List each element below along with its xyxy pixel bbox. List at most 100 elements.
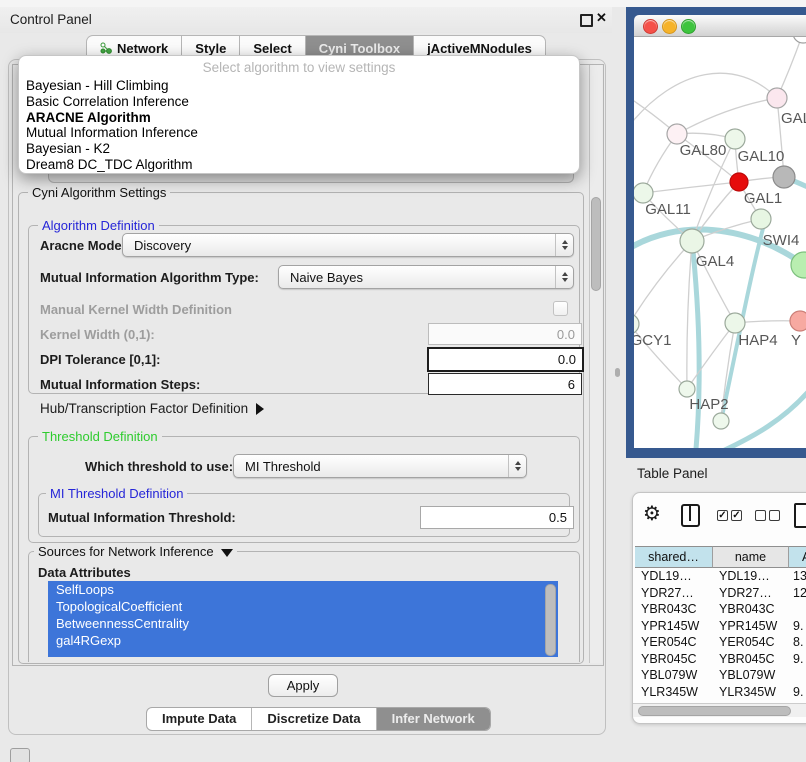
close-icon[interactable]: ✕ [596,10,607,26]
control-panel-titlebar: Control Panel ✕ [0,7,612,33]
table-cell: YDR27… [719,585,772,602]
splitter-handle[interactable] [615,368,620,377]
table-row[interactable]: YLR345WYLR345W9. [633,684,806,701]
node-gal80-label: GAL80 [680,142,727,159]
node-gal10[interactable] [725,129,745,149]
algorithm-popup-item[interactable]: Bayesian - K2 [19,141,579,157]
attributes-scrollbar-thumb[interactable] [545,584,556,656]
sources-group-toggle[interactable]: Sources for Network Inference [34,544,237,559]
table-row[interactable]: YBL079WYBL079W [633,667,806,684]
node-gcy1-label: GCY1 [634,332,671,349]
apply-button[interactable]: Apply [268,674,338,697]
gear-icon[interactable]: ⚙ [643,503,661,523]
tab-network-label: Network [117,41,168,56]
network-desktop: GALGAL80GAL10GAL1GAL11SWI4GAL4GCY1HAP4YH… [626,7,806,458]
algorithm-popup-item[interactable]: Mutual Information Inference [19,125,579,141]
node-bottom-partial[interactable] [713,413,729,429]
network-window[interactable]: GALGAL80GAL10GAL1GAL11SWI4GAL4GCY1HAP4YH… [634,15,806,448]
tab-impute-data[interactable]: Impute Data [147,708,251,730]
collapsed-panel-button[interactable] [10,748,30,762]
mi-threshold-field[interactable]: 0.5 [420,506,574,529]
combo-stepper-icon [555,266,573,288]
node-gal4[interactable] [680,229,704,253]
document-icon[interactable] [794,503,806,528]
kernel-width-field[interactable]: 0.0 [428,323,582,345]
mi-steps-value: 6 [568,377,575,392]
mi-threshold-group-label: MI Threshold Definition [46,486,187,501]
split-view-icon[interactable] [681,504,700,527]
mi-steps-field[interactable]: 6 [428,373,582,395]
node-gal11-label: GAL11 [645,201,691,218]
bottom-tabs: Impute Data Discretize Data Infer Networ… [146,707,491,731]
deselect-all-icon[interactable] [755,510,780,521]
attribute-list-item[interactable]: BetweennessCentrality [48,615,558,632]
node-gcy1[interactable] [634,314,639,334]
dpi-tolerance-field[interactable]: 0.0 [427,347,584,372]
aracne-mode-combobox[interactable]: Discovery [122,233,574,257]
attribute-row-partial[interactable] [48,649,558,657]
node-swi4-label: SWI4 [763,232,800,249]
data-attributes-list[interactable]: SelfLoopsTopologicalCoefficientBetweenne… [48,581,558,657]
node-hap2-label: HAP2 [689,396,728,413]
settings-scrollbar[interactable] [589,65,602,663]
node-mid-green[interactable] [751,209,771,229]
select-all-icon[interactable]: ✓✓ [717,510,742,521]
manual-kernel-checkbox[interactable] [553,301,568,316]
table-row[interactable]: YBR045CYBR045C9. [633,651,806,668]
node-y-partial[interactable] [790,311,806,331]
table-row[interactable]: YPR145WYPR145W9. [633,618,806,635]
node-hap4[interactable] [725,313,745,333]
attribute-list-item[interactable]: SelfLoops [48,581,558,598]
attribute-list-item[interactable]: gal4RGexp [48,632,558,649]
mi-type-combobox[interactable]: Naive Bayes [278,265,574,289]
column-header-shared-name[interactable]: shared… [635,546,713,568]
float-window-icon[interactable] [580,14,593,27]
tab-select-label: Select [253,41,291,56]
node-gray[interactable] [773,166,795,188]
minimize-traffic-light[interactable] [662,19,677,34]
network-canvas[interactable]: GALGAL80GAL10GAL1GAL11SWI4GAL4GCY1HAP4YH… [634,37,806,448]
expand-arrow-icon [256,403,264,415]
algorithm-popup-item[interactable]: Dream8 DC_TDC Algorithm [19,157,579,173]
settings-scrollbar-thumb[interactable] [591,197,601,291]
control-panel-title: Control Panel [10,12,92,27]
tab-cyni-toolbox-label: Cyni Toolbox [319,41,400,56]
dpi-tolerance-label: DPI Tolerance [0,1]: [40,352,160,367]
column-header-name[interactable]: name [713,546,789,568]
network-edge [687,323,735,389]
node-gal11[interactable] [634,183,653,203]
algorithm-popup-item[interactable]: Bayesian - Hill Climbing [19,78,579,94]
table-row[interactable]: YBR043CYBR043C [633,601,806,618]
hub-definition-toggle[interactable]: Hub/Transcription Factor Definition [40,401,264,416]
node-gal1[interactable] [730,173,748,191]
table-row[interactable]: YDR27…YDR27…12 [633,585,806,602]
table-hscrollbar-thumb[interactable] [638,706,791,716]
node-gal80[interactable] [667,124,687,144]
node-hap2[interactable] [679,381,695,397]
node-y-partial-label: Y [791,332,801,349]
network-edge [643,182,739,193]
node-gal4-label: GAL4 [696,253,734,270]
close-traffic-light[interactable] [643,19,658,34]
node-top-right[interactable] [793,37,806,43]
control-panel: Control Panel ✕ Network [0,7,612,748]
which-threshold-value: MI Threshold [234,455,508,477]
network-window-titlebar[interactable] [634,15,806,37]
algorithm-popup-item[interactable]: ARACNE Algorithm [19,110,579,126]
node-gal10-label: GAL10 [738,148,785,165]
table-panel: Table Panel ⚙ ✓✓ shared… name [612,458,806,762]
table-row[interactable]: YDL19…YDL19…13 [633,568,806,585]
table-row[interactable]: YER054CYER054C8. [633,634,806,651]
tab-infer-network[interactable]: Infer Network [376,708,490,730]
table-hscrollbar[interactable] [633,703,806,717]
column-header-partial[interactable]: A [789,546,806,568]
table-cell: YDR27… [641,585,694,602]
zoom-traffic-light[interactable] [681,19,696,34]
node-gal-partial[interactable] [767,88,787,108]
attribute-list-item[interactable]: TopologicalCoefficient [48,598,558,615]
which-threshold-combobox[interactable]: MI Threshold [233,454,527,478]
table-cell: YLR345W [719,684,776,701]
network-edge [634,241,692,324]
tab-discretize-data[interactable]: Discretize Data [251,708,375,730]
algorithm-popup-item[interactable]: Basic Correlation Inference [19,94,579,110]
